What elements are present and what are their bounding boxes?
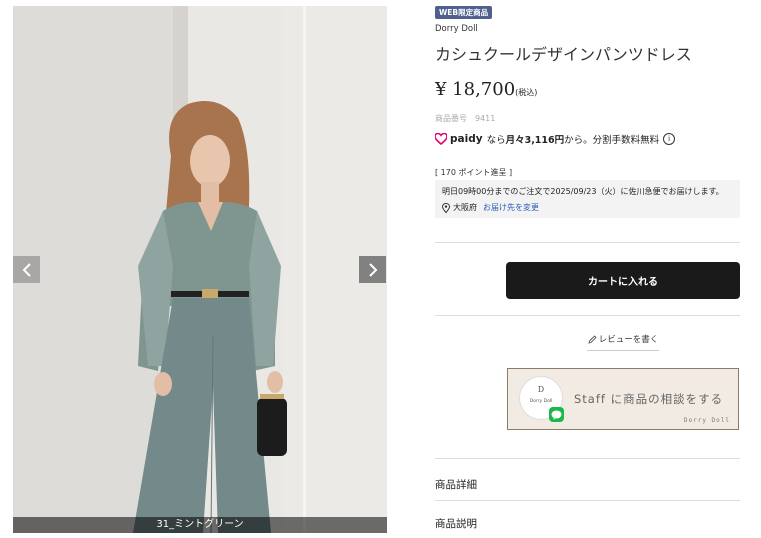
paidy-suffix: から。分割手数料無料: [564, 135, 660, 146]
paidy-logo: paidy: [435, 133, 483, 145]
product-number: 商品番号 9411: [435, 113, 495, 124]
chevron-right-icon: [368, 262, 377, 277]
product-details-heading[interactable]: 商品詳細: [435, 477, 477, 492]
divider: [435, 315, 740, 316]
brand-name: Dorry Doll: [435, 24, 478, 34]
next-image-button[interactable]: [359, 256, 386, 283]
brand-logo-mark: D: [537, 385, 545, 394]
staff-banner-brand: Dorry Doll: [683, 417, 730, 424]
divider: [435, 458, 740, 459]
brand-logo-name: Dorry Doll: [529, 399, 553, 404]
paidy-logo-text: paidy: [450, 133, 483, 145]
info-icon[interactable]: i: [663, 133, 676, 145]
product-number-label: 商品番号: [435, 114, 467, 123]
tax-label: (税込): [515, 88, 538, 97]
product-image-gallery: 31_ミントグリーン: [13, 6, 387, 533]
pencil-icon: [588, 334, 597, 344]
write-review-link[interactable]: レビューを書く: [587, 333, 659, 345]
staff-consult-text: Staff に商品の相談をする: [574, 392, 724, 406]
prev-image-button[interactable]: [13, 256, 40, 283]
review-underline: [587, 350, 659, 351]
paidy-prefix: なら: [486, 135, 506, 146]
product-description-heading[interactable]: 商品説明: [435, 516, 477, 531]
line-icon: [549, 407, 564, 422]
product-photo: [13, 6, 387, 533]
chevron-left-icon: [22, 262, 31, 277]
product-number-value: 9411: [475, 114, 496, 123]
staff-consult-banner[interactable]: D Dorry Doll Staff に商品の相談をする Dorry Doll: [507, 368, 739, 430]
paidy-description: なら月々3,116円から。分割手数料無料: [487, 132, 660, 146]
delivery-location: 大阪府: [453, 203, 477, 212]
price: ¥ 18,700(税込): [435, 79, 537, 100]
points-award: [ 170 ポイント進呈 ]: [435, 168, 513, 177]
paidy-heart-icon: [435, 133, 447, 145]
delivery-message: 明日09時00分までのご注文で2025/09/23（火）に佐川急便でお届けします…: [442, 187, 724, 196]
divider: [435, 500, 740, 501]
divider: [435, 242, 740, 243]
price-value: ¥ 18,700: [435, 79, 516, 100]
write-review-label: レビューを書く: [598, 335, 659, 345]
add-to-cart-button[interactable]: カートに入れる: [506, 262, 740, 299]
delivery-info-box: 明日09時00分までのご注文で2025/09/23（火）に佐川急便でお届けします…: [435, 180, 740, 218]
web-limited-badge: WEB限定商品: [435, 6, 493, 19]
product-title: カシュクールデザインパンツドレス: [435, 45, 692, 64]
delivery-location-row: 大阪府 お届け先を変更: [442, 202, 733, 213]
paidy-monthly-amount: 月々3,116円: [505, 135, 565, 146]
location-pin-icon: [442, 202, 450, 213]
paidy-installment-row: paidy なら月々3,116円から。分割手数料無料 i: [435, 132, 676, 146]
change-delivery-link[interactable]: お届け先を変更: [483, 202, 539, 213]
color-variant-caption: 31_ミントグリーン: [13, 517, 387, 533]
